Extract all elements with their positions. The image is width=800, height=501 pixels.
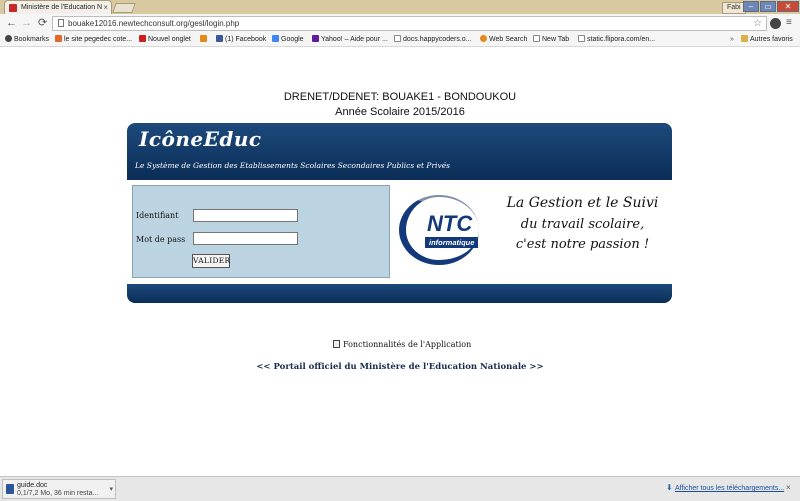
identifiant-label: Identifiant bbox=[136, 211, 179, 220]
bookmark-star-icon[interactable]: ☆ bbox=[753, 17, 762, 30]
bookmark-item[interactable]: Yahoo! – Aide pour ... bbox=[312, 33, 388, 46]
page-icon bbox=[533, 35, 540, 42]
bookmark-item[interactable]: static.flipora.com/en... bbox=[578, 33, 655, 46]
tab-favicon-icon bbox=[9, 4, 17, 12]
identifiant-input[interactable] bbox=[193, 209, 298, 222]
bookmark-item[interactable]: le site pegedec cote... bbox=[55, 33, 132, 46]
address-bar[interactable]: bouake12016.newtechconsult.org/gesl/logi… bbox=[52, 16, 767, 31]
download-status: 0,1/7,2 Mo, 36 min resta... bbox=[17, 490, 99, 497]
bookmarks-overflow-icon[interactable]: » bbox=[730, 33, 734, 46]
password-input[interactable] bbox=[193, 232, 298, 245]
brand-subtitle: Le Système de Gestion des Etablissements… bbox=[135, 161, 450, 170]
extension-icon[interactable] bbox=[770, 18, 781, 29]
reload-icon[interactable]: ⟳ bbox=[38, 17, 47, 29]
bookmark-item[interactable]: Bookmarks bbox=[5, 33, 49, 46]
footer-banner-bar bbox=[127, 284, 672, 303]
document-icon bbox=[333, 340, 340, 348]
download-file-name: guide.doc bbox=[17, 482, 48, 489]
folder-icon bbox=[741, 35, 748, 42]
valider-button[interactable]: VALIDER bbox=[192, 254, 230, 268]
maximize-button[interactable]: ▭ bbox=[760, 1, 776, 12]
bookmark-item[interactable]: Google bbox=[272, 33, 304, 46]
download-item[interactable]: guide.doc 0,1/7,2 Mo, 36 min resta... ▾ bbox=[2, 479, 116, 499]
bookmark-favicon-icon bbox=[200, 35, 207, 42]
new-tab-button[interactable] bbox=[112, 3, 136, 13]
ministry-portal-link[interactable]: << Portail officiel du Ministère de l'Ed… bbox=[0, 362, 800, 372]
back-arrow-icon[interactable]: ← bbox=[6, 17, 17, 29]
close-shelf-icon[interactable]: × bbox=[786, 483, 791, 492]
school-year-heading: Année Scolaire 2015/2016 bbox=[335, 106, 465, 118]
forward-arrow-icon[interactable]: → bbox=[21, 17, 32, 29]
google-icon bbox=[272, 35, 279, 42]
ntc-logo-text: NTC bbox=[427, 211, 473, 236]
star-icon bbox=[5, 35, 12, 42]
download-menu-icon[interactable]: ▾ bbox=[109, 485, 113, 493]
search-icon bbox=[480, 35, 487, 42]
functionalities-link[interactable]: Fonctionnalités de l'Application bbox=[333, 340, 471, 349]
ntc-logo-tagline: informatique bbox=[425, 237, 479, 248]
menu-icon[interactable]: ≡ bbox=[786, 17, 792, 29]
header-banner: IcôneEduc Le Système de Gestion des Etab… bbox=[127, 123, 672, 180]
slogan-line-1: La Gestion et le Suivi bbox=[506, 195, 659, 211]
bookmark-item[interactable]: docs.happycoders.o... bbox=[394, 33, 472, 46]
other-bookmarks-folder[interactable]: Autres favoris bbox=[741, 33, 793, 46]
facebook-icon bbox=[216, 35, 223, 42]
page-icon bbox=[578, 35, 585, 42]
slogan-line-2: du travail scolaire, bbox=[520, 217, 645, 232]
bookmark-item[interactable]: Web Search bbox=[480, 33, 527, 46]
yahoo-icon bbox=[312, 35, 319, 42]
minimize-button[interactable]: – bbox=[743, 1, 759, 12]
bookmark-favicon-icon bbox=[55, 35, 62, 42]
brand-logo-title: IcôneEduc bbox=[139, 127, 262, 151]
bookmark-favicon-icon bbox=[139, 35, 146, 42]
password-label: Mot de pass bbox=[136, 235, 186, 244]
download-arrow-icon: ⬇ bbox=[666, 483, 673, 492]
page-icon bbox=[394, 35, 401, 42]
directorate-heading: DRENET/DDENET: BOUAKE1 - BONDOUKOU bbox=[283, 91, 517, 103]
url-text[interactable]: bouake12016.newtechconsult.org/gesl/logi… bbox=[68, 17, 239, 30]
bookmark-item[interactable]: (1) Facebook bbox=[216, 33, 266, 46]
login-form: Identifiant Mot de pass VALIDER bbox=[132, 185, 390, 278]
bookmark-item[interactable]: Nouvel onglet bbox=[139, 33, 191, 46]
slogan-line-3: c'est notre passion ! bbox=[515, 237, 650, 252]
window-titlebar: Ministère de l'Education N × Fabi – ▭ ✕ bbox=[0, 0, 800, 14]
tab-close-icon[interactable]: × bbox=[103, 1, 108, 14]
show-all-downloads-link[interactable]: Afficher tous les téléchargements... bbox=[675, 485, 784, 492]
bookmark-item[interactable]: New Tab bbox=[533, 33, 569, 46]
browser-toolbar: ← → ⟳ bouake12016.newtechconsult.org/ges… bbox=[0, 14, 800, 33]
bookmarks-bar: Bookmarks le site pegedec cote... Nouvel… bbox=[0, 33, 800, 47]
close-window-button[interactable]: ✕ bbox=[777, 1, 799, 12]
page-icon bbox=[58, 19, 64, 27]
word-document-icon bbox=[6, 484, 14, 494]
browser-tab[interactable]: Ministère de l'Education N × bbox=[4, 0, 112, 14]
download-shelf: guide.doc 0,1/7,2 Mo, 36 min resta... ▾ … bbox=[0, 476, 800, 501]
bookmark-item[interactable] bbox=[200, 33, 209, 46]
ntc-promo-banner: NTC informatique La Gestion et le Suivi … bbox=[391, 185, 672, 278]
tab-title: Ministère de l'Education N bbox=[21, 4, 103, 11]
